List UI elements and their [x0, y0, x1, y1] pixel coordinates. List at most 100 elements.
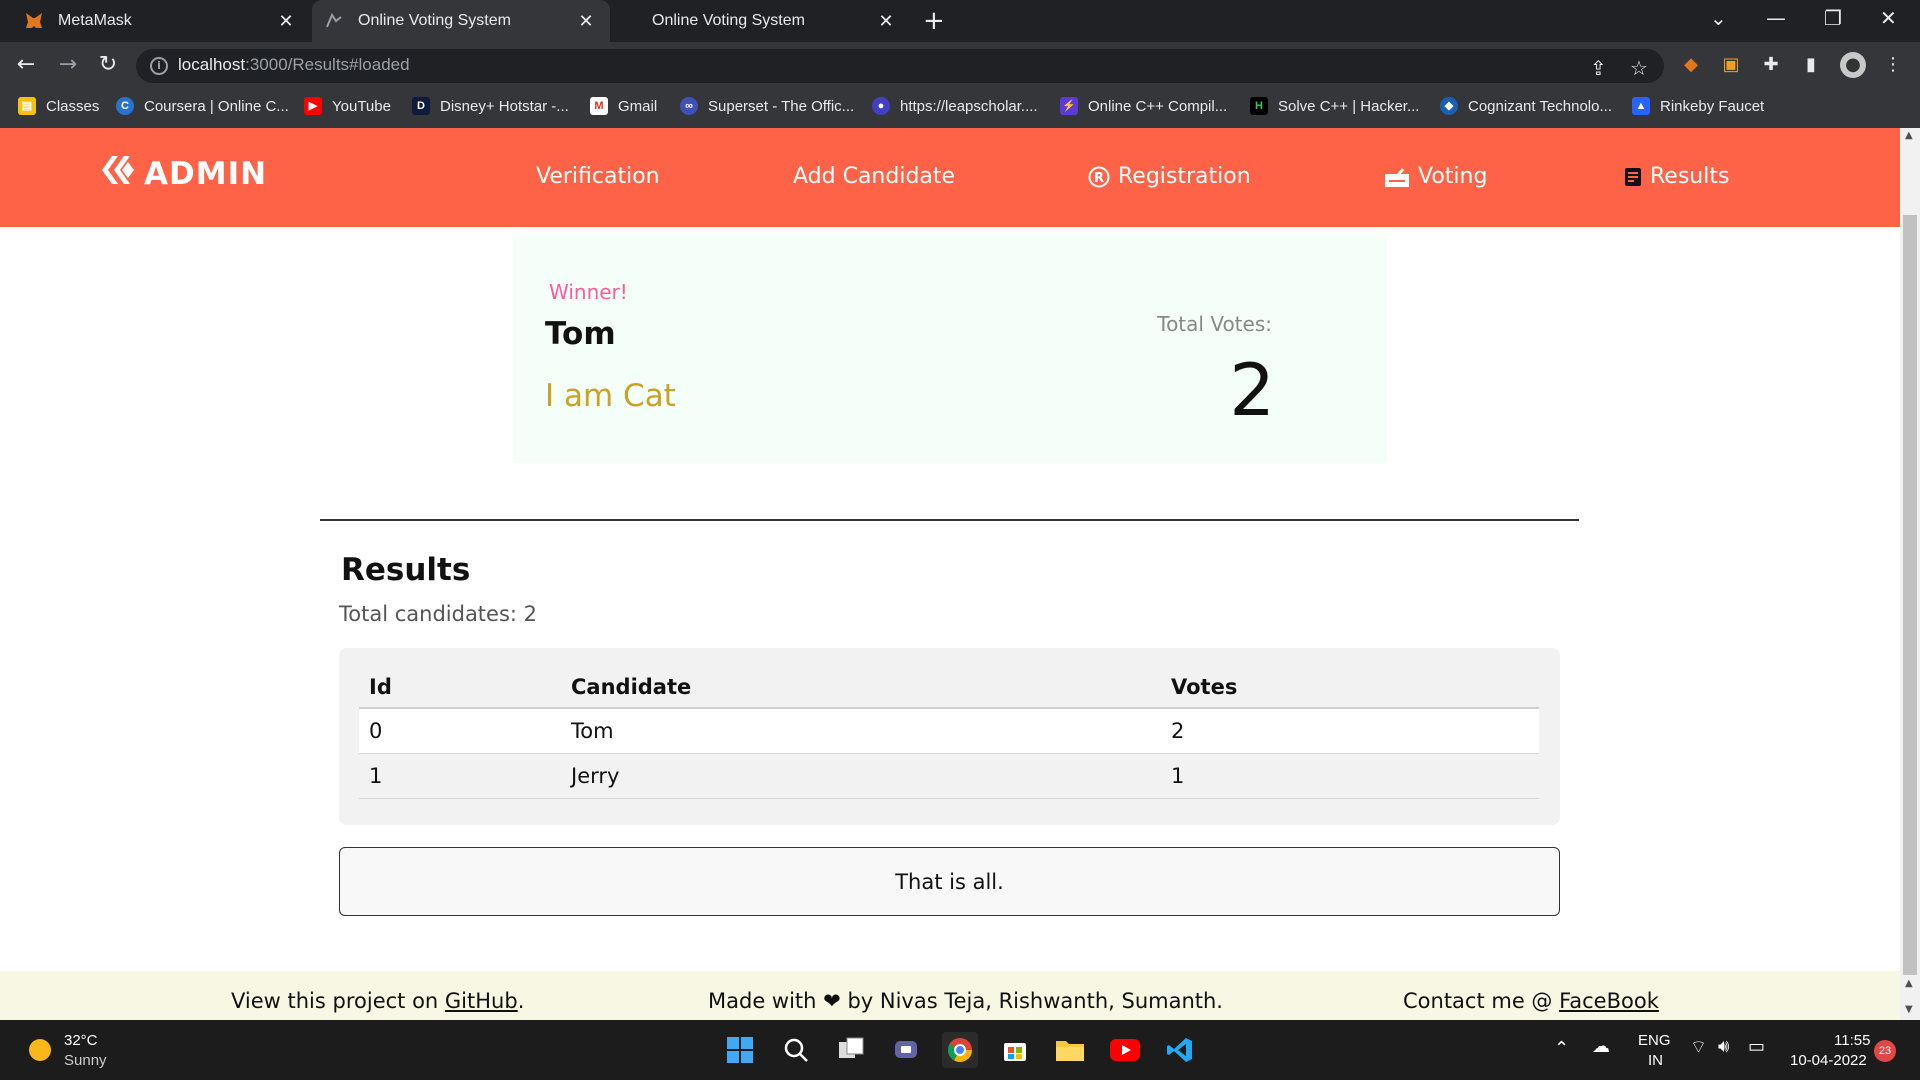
- footer-contact: Contact me @ FaceBook: [1403, 989, 1659, 1013]
- bookmark-classes[interactable]: ▤ Classes: [18, 97, 99, 115]
- language-region[interactable]: IN: [1648, 1052, 1663, 1069]
- vote-box-icon: [1384, 166, 1410, 188]
- cell-id: 1: [359, 753, 561, 799]
- rinkeby-icon: ▲: [1632, 97, 1650, 115]
- bookmark-hackerrank[interactable]: H Solve C++ | Hacker...: [1250, 97, 1419, 115]
- nav-voting[interactable]: Voting: [1384, 164, 1487, 189]
- reload-icon[interactable]: ↻: [94, 51, 122, 79]
- tab-title: Online Voting System: [358, 12, 511, 29]
- hotstar-icon: D: [412, 97, 430, 115]
- bookmark-hotstar[interactable]: D Disney+ Hotstar -...: [412, 97, 569, 115]
- bookmark-coursera[interactable]: C Coursera | Online C...: [116, 97, 289, 115]
- scrollbar-thumb[interactable]: [1903, 215, 1917, 975]
- screenshot-extension-icon[interactable]: ▣: [1718, 52, 1744, 78]
- clock-date[interactable]: 10-04-2022: [1790, 1052, 1867, 1069]
- close-tab-icon[interactable]: ✕: [276, 11, 296, 31]
- chrome-taskbar-icon[interactable]: [942, 1032, 978, 1068]
- restore-icon[interactable]: ❐: [1824, 6, 1842, 30]
- onedrive-cloud-icon[interactable]: ☁: [1592, 1036, 1610, 1057]
- show-hidden-icons-icon[interactable]: ⌃: [1554, 1038, 1569, 1059]
- bookmark-superset[interactable]: ∞ Superset - The Offic...: [680, 97, 854, 115]
- close-window-icon[interactable]: ✕: [1880, 6, 1897, 30]
- cell-candidate: Tom: [561, 708, 1161, 754]
- forward-icon[interactable]: →: [54, 51, 82, 79]
- new-tab-icon[interactable]: +: [923, 8, 945, 34]
- cell-votes: 2: [1161, 708, 1539, 754]
- facebook-link[interactable]: FaceBook: [1559, 989, 1659, 1013]
- site-info-icon[interactable]: i: [150, 57, 168, 75]
- profile-avatar[interactable]: ●: [1840, 52, 1866, 78]
- scroll-down-icon[interactable]: ▼: [1905, 1004, 1913, 1015]
- end-of-results-box: That is all.: [339, 847, 1560, 916]
- nav-add-candidate[interactable]: Add Candidate: [793, 164, 955, 189]
- microsoft-store-icon[interactable]: [997, 1032, 1033, 1068]
- youtube-icon: ▶: [304, 97, 322, 115]
- heart-icon: ❤: [823, 989, 841, 1013]
- nav-verification[interactable]: Verification: [536, 164, 660, 189]
- close-tab-icon[interactable]: ✕: [576, 11, 596, 31]
- winner-name: Tom: [545, 316, 616, 352]
- side-panel-icon[interactable]: ▮: [1798, 52, 1824, 78]
- language-code[interactable]: ENG: [1638, 1032, 1671, 1049]
- menu-kebab-icon[interactable]: ⋮: [1880, 52, 1906, 78]
- results-table: Id Candidate Votes 0 Tom 2 1 Jerry 1: [359, 666, 1539, 799]
- scroll-up-icon[interactable]: ▲: [1905, 130, 1913, 141]
- bookmark-youtube[interactable]: ▶ YouTube: [304, 97, 391, 115]
- bookmark-leapscholar[interactable]: ● https://leapscholar....: [872, 97, 1038, 115]
- admin-logo-icon: [102, 156, 134, 192]
- tab-search-icon[interactable]: ⌄: [1710, 6, 1727, 30]
- voting-favicon: [324, 11, 344, 31]
- metamask-fox-icon: [24, 11, 44, 31]
- address-bar[interactable]: i localhost:3000/Results#loaded ⇪ ☆: [136, 49, 1664, 83]
- leapscholar-icon: ●: [872, 97, 890, 115]
- file-explorer-icon[interactable]: [1052, 1032, 1088, 1068]
- page-scrollbar[interactable]: ▲ ▲ ▼: [1900, 128, 1920, 1020]
- close-tab-icon[interactable]: ✕: [876, 11, 896, 31]
- youtube-taskbar-icon[interactable]: [1107, 1032, 1143, 1068]
- github-link[interactable]: GitHub: [445, 989, 518, 1013]
- nav-registration[interactable]: R Registration: [1088, 164, 1251, 189]
- bookmark-gmail[interactable]: M Gmail: [590, 97, 657, 115]
- battery-icon[interactable]: ▭: [1748, 1036, 1765, 1057]
- bookmark-star-icon[interactable]: ☆: [1630, 56, 1648, 80]
- clock-time[interactable]: 11:55: [1834, 1032, 1870, 1049]
- bookmark-rinkeby[interactable]: ▲ Rinkeby Faucet: [1632, 97, 1764, 115]
- winner-card: Winner! Tom I am Cat Total Votes: 2: [513, 236, 1387, 463]
- minimize-icon[interactable]: —: [1766, 6, 1786, 30]
- task-view-icon[interactable]: [833, 1032, 869, 1068]
- cell-id: 0: [359, 708, 561, 754]
- classroom-icon: ▤: [18, 97, 36, 115]
- brand[interactable]: ADMIN: [102, 156, 267, 192]
- notification-badge[interactable]: 23: [1874, 1040, 1896, 1062]
- back-icon[interactable]: ←: [12, 51, 40, 79]
- tab-online-voting-active[interactable]: Online Voting System ✕: [312, 0, 610, 42]
- tab-online-voting[interactable]: Online Voting System ✕: [612, 0, 910, 42]
- tab-metamask[interactable]: MetaMask ✕: [0, 0, 310, 42]
- extensions-puzzle-icon[interactable]: ✚: [1758, 52, 1784, 78]
- total-votes-count: 2: [1229, 348, 1275, 432]
- weather-sun-icon[interactable]: [22, 1032, 58, 1068]
- column-header-candidate: Candidate: [561, 666, 1161, 709]
- tab-title: Online Voting System: [652, 12, 805, 29]
- page-footer: View this project on GitHub. Made with ❤…: [0, 971, 1900, 1020]
- table-row: 1 Jerry 1: [359, 753, 1539, 799]
- windows-start-icon[interactable]: [722, 1032, 758, 1068]
- vscode-icon[interactable]: [1162, 1032, 1198, 1068]
- teams-chat-icon[interactable]: [888, 1032, 924, 1068]
- tab-title: MetaMask: [58, 12, 132, 29]
- url-text: localhost:3000/Results#loaded: [178, 55, 410, 74]
- scroll-up-icon[interactable]: ▲: [1905, 978, 1913, 989]
- metamask-extension-icon[interactable]: ◆: [1678, 52, 1704, 78]
- search-icon[interactable]: [778, 1032, 814, 1068]
- bookmark-cpp-compiler[interactable]: ⚡ Online C++ Compil...: [1060, 97, 1227, 115]
- wifi-icon[interactable]: ⌔: [1690, 1036, 1707, 1059]
- nav-results[interactable]: Results: [1624, 164, 1729, 189]
- registered-icon: R: [1088, 166, 1110, 188]
- total-candidates: Total candidates: 2: [339, 602, 538, 626]
- share-icon[interactable]: ⇪: [1590, 56, 1607, 80]
- bookmark-cognizant[interactable]: ◆ Cognizant Technolo...: [1440, 97, 1612, 115]
- cell-candidate: Jerry: [561, 753, 1161, 799]
- volume-icon[interactable]: 🔊︎: [1718, 1036, 1729, 1057]
- cognizant-icon: ◆: [1440, 97, 1458, 115]
- results-doc-icon: [1624, 167, 1642, 187]
